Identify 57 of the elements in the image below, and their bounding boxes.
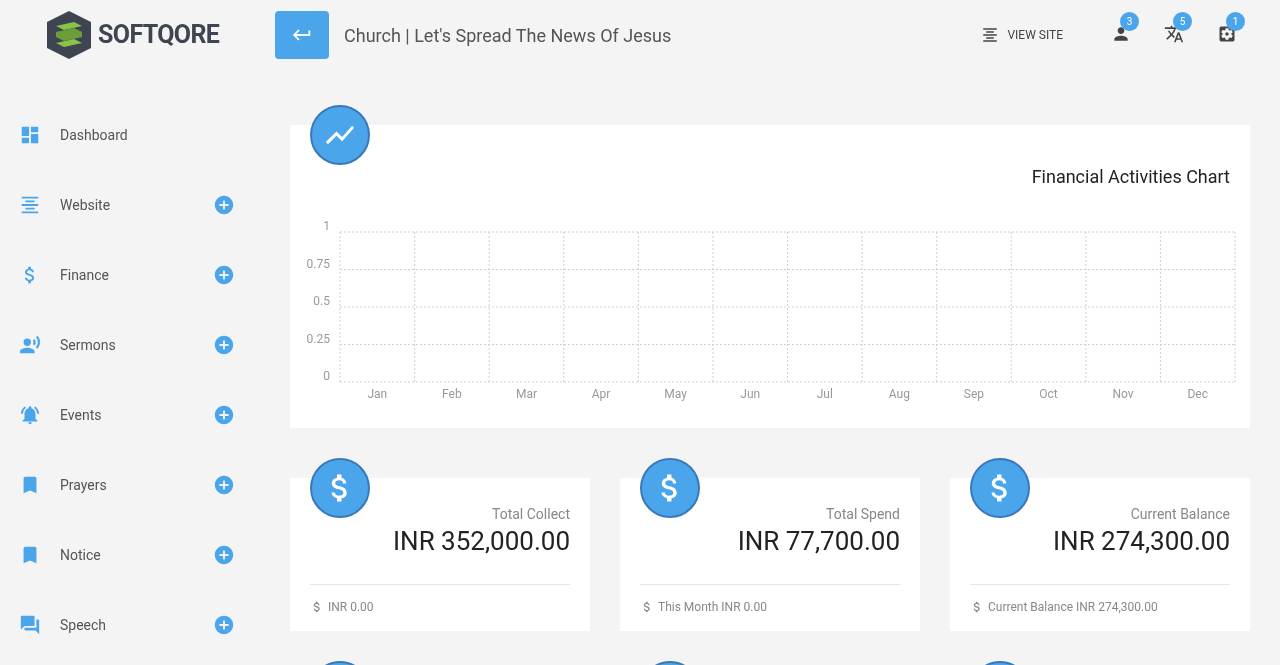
x-tick-label: Sep — [963, 387, 985, 401]
y-tick-label: 1 — [323, 220, 330, 233]
x-tick-label: Aug — [888, 387, 910, 401]
chat-icon — [19, 614, 41, 636]
count-badge: 1 — [1226, 12, 1245, 31]
sidebar-item[interactable]: Prayers — [0, 450, 290, 520]
stat-footer: Current Balance INR 274,300.00 — [988, 597, 1158, 616]
x-tick-label: Jan — [367, 387, 388, 401]
y-tick-label: 0.25 — [306, 331, 330, 346]
add-icon[interactable] — [213, 614, 235, 636]
y-tick-label: 0.5 — [313, 294, 330, 308]
x-tick-label: Dec — [1187, 387, 1208, 401]
x-tick-label: May — [664, 387, 687, 401]
x-tick-label: Jul — [816, 387, 833, 401]
add-icon[interactable] — [213, 334, 235, 356]
sidebar-item[interactable]: Notice — [0, 520, 290, 590]
stat-value: INR 274,300.00 — [1053, 525, 1230, 558]
chart-title: Financial Activities Chart — [1031, 165, 1230, 189]
stat-value: INR 77,700.00 — [737, 525, 900, 558]
x-tick-label: Feb — [442, 387, 462, 401]
x-tick-label: Nov — [1112, 387, 1134, 401]
stat-label: Current Balance — [1130, 505, 1230, 524]
translate-icon — [1164, 24, 1184, 44]
add-icon[interactable] — [213, 404, 235, 426]
sidebar-item[interactable]: Events — [0, 380, 290, 450]
add-icon[interactable] — [213, 264, 235, 286]
sidebar-item[interactable]: Website — [0, 170, 290, 240]
align-center-icon — [19, 194, 41, 216]
y-tick-label: 0.75 — [306, 256, 330, 271]
speaking-person-icon — [19, 334, 41, 356]
logo-icon — [44, 10, 94, 60]
dashboard-icon — [19, 124, 41, 146]
view-site-link[interactable]: VIEW SITE — [981, 26, 1063, 44]
x-tick-label: Mar — [515, 387, 537, 401]
add-icon[interactable] — [213, 194, 235, 216]
x-tick-label: Jun — [740, 387, 761, 401]
sidebar-item[interactable]: Dashboard — [0, 100, 290, 170]
y-tick-label: 0 — [323, 369, 330, 383]
add-icon[interactable] — [213, 474, 235, 496]
stat-footer: This Month INR 0.00 — [658, 597, 767, 616]
back-button[interactable] — [275, 11, 329, 59]
count-badge: 3 — [1120, 12, 1139, 31]
sidebar-item[interactable]: Speech — [0, 590, 290, 660]
logo-text: SOFTQORE — [98, 19, 220, 52]
stat-footer: INR 0.00 — [328, 597, 374, 616]
stat-label: Total Collect — [492, 505, 570, 524]
stat-value: INR 352,000.00 — [393, 525, 570, 558]
sidebar-item[interactable]: Finance — [0, 240, 290, 310]
align-center-icon — [981, 26, 1000, 44]
bell-icon — [19, 404, 41, 426]
add-icon[interactable] — [213, 544, 235, 566]
x-tick-label: Oct — [1039, 387, 1058, 401]
stat-label: Total Spend — [826, 505, 900, 524]
x-tick-label: Apr — [591, 387, 611, 401]
count-badge: 5 — [1173, 12, 1192, 31]
page-title: Church | Let's Spread The News Of Jesus — [344, 23, 672, 48]
sidebar-item[interactable]: Sermons — [0, 310, 290, 380]
